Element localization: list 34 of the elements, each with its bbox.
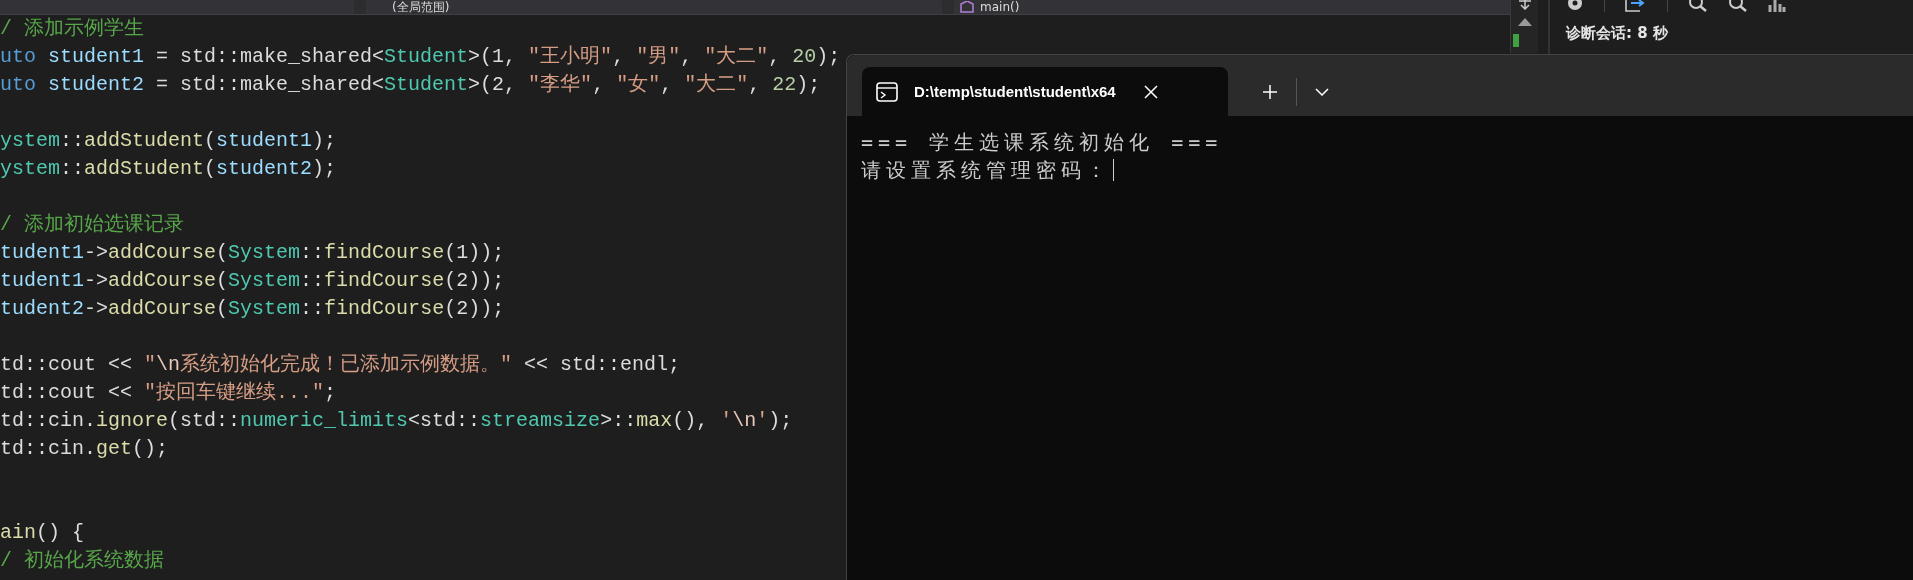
zoom-out-icon[interactable]: [1728, 0, 1748, 12]
code-line: / 添加初始选课记录: [0, 212, 184, 238]
code-line: tudent2->addCourse(System::findCourse(2));: [0, 296, 505, 322]
zoom-in-icon[interactable]: [1688, 0, 1708, 12]
bar-chart-icon[interactable]: [1768, 0, 1786, 12]
session-duration: 诊断会话: 8 秒: [1566, 24, 1669, 43]
scrollbar[interactable]: [1510, 0, 1538, 53]
code-line: ystem::addStudent(student1);: [0, 128, 337, 154]
code-line: uto student1 = std::make_shared<Student>(1, "王小明", "男", "大二", 20);: [0, 44, 841, 70]
chevron-down-icon[interactable]: [1315, 87, 1329, 96]
code-line: uto student2 = std::make_shared<Student>(2, "李华", "女", "大二", 22);: [0, 72, 821, 98]
split-icon[interactable]: [1517, 0, 1532, 10]
code-line: ain() {: [0, 520, 85, 546]
code-line: td::cin.get();: [0, 436, 169, 462]
code-line: ystem::addStudent(student2);: [0, 156, 337, 182]
scroll-up-icon[interactable]: [1517, 18, 1532, 26]
settings-icon[interactable]: [1566, 0, 1584, 12]
console-icon: [876, 80, 898, 103]
code-line: / 初始化系统数据: [0, 548, 164, 574]
change-marker: [1513, 34, 1519, 47]
dropdown[interactable]: main(): [954, 0, 1510, 14]
close-icon[interactable]: [1143, 84, 1158, 99]
dropdown[interactable]: (全局范围): [366, 0, 942, 14]
terminal-tab[interactable]: D:\temp\student\student\x64: [862, 67, 1228, 116]
terminal-line: 请设置系统管理密码：: [861, 157, 1111, 184]
code-line: tudent1->addCourse(System::findCourse(2));: [0, 268, 505, 294]
code-line: / 添加示例学生: [0, 16, 144, 42]
export-icon[interactable]: [1625, 0, 1647, 12]
new-tab-icon[interactable]: [1262, 83, 1278, 100]
code-line: td::cout << "按回车键继续...";: [0, 380, 337, 406]
terminal-line: === 学生选课系统初始化 ===: [861, 129, 1223, 156]
code-line: tudent1->addCourse(System::findCourse(1));: [0, 240, 505, 266]
code-line: td::cout << "\n系统初始化完成！已添加示例数据。" << std::endl;: [0, 352, 681, 378]
code-line: td::cin.ignore(std::numeric_limits<std::streamsize>::max(), '\n');: [0, 408, 793, 434]
